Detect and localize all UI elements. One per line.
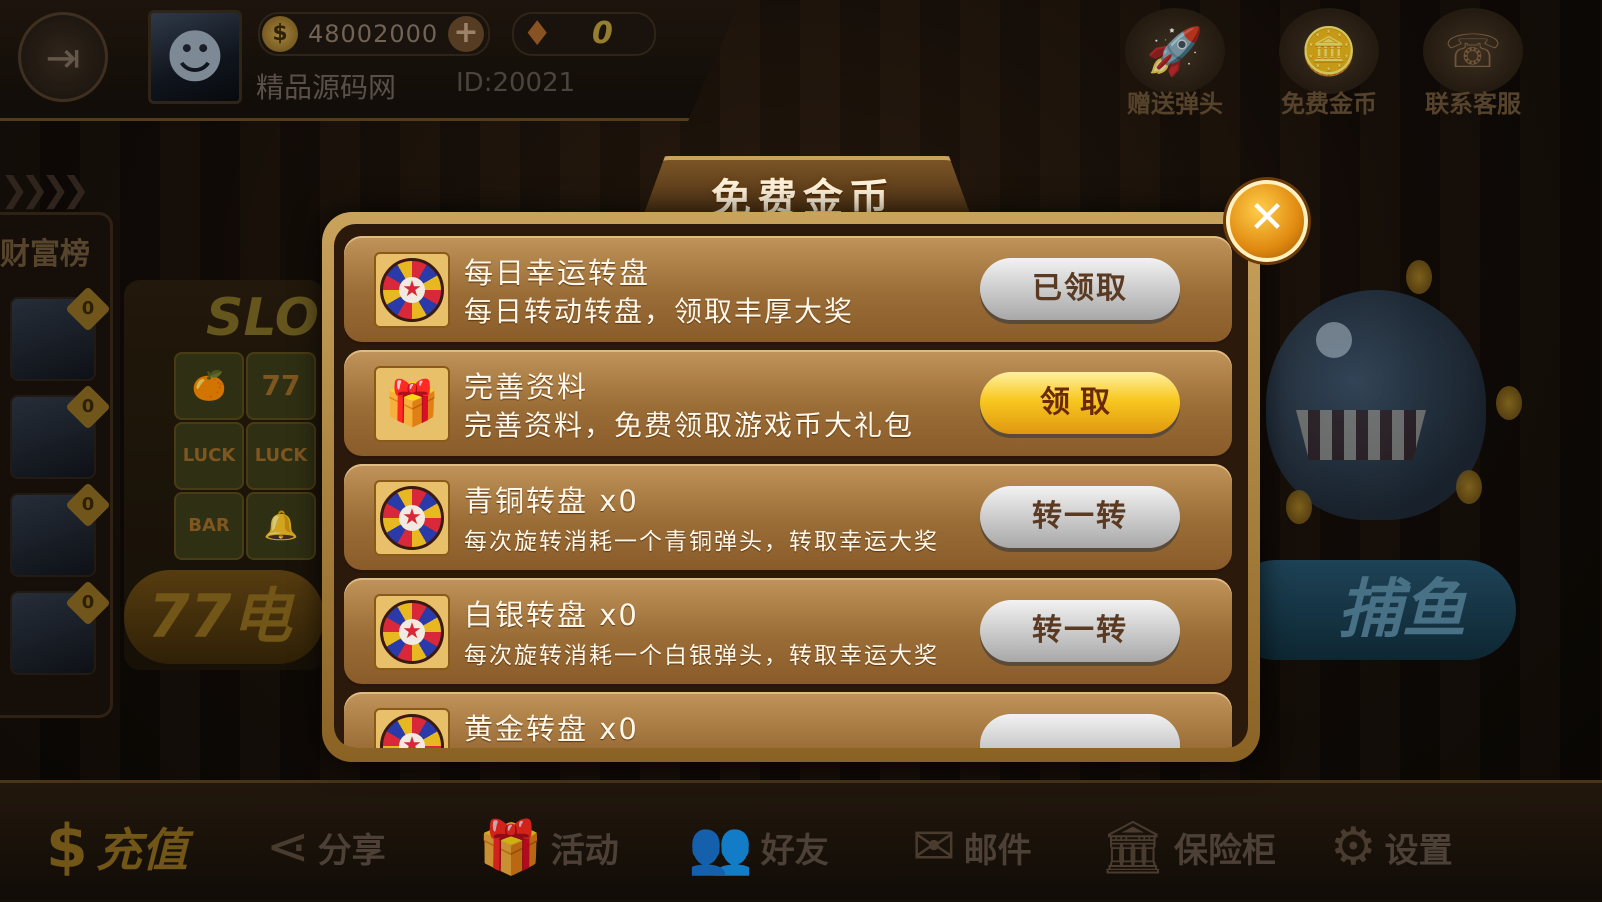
- list-item: ★ 青铜转盘 x0 每次旋转消耗一个青铜弹头，转取幸运大奖 转一转: [344, 464, 1232, 570]
- claimed-button[interactable]: 已领取: [980, 258, 1180, 320]
- item-desc: 每次旋转消耗一个青铜弹头，转取幸运大奖: [464, 529, 939, 555]
- item-desc: 每次旋转消耗一个白银弹头，转取幸运大奖: [464, 643, 939, 669]
- free-coins-dialog: ★ 每日幸运转盘 每日转动转盘，领取丰厚大奖 已领取 🎁 完善资料 完善资料，免…: [322, 212, 1260, 762]
- close-icon: ✕: [1248, 192, 1286, 243]
- list-item: ★ 黄金转盘 x0: [344, 692, 1232, 748]
- spin-button[interactable]: 转一转: [980, 486, 1180, 548]
- item-title: 每日幸运转盘: [464, 256, 651, 290]
- wheel-icon: ★: [374, 708, 450, 748]
- wheel-icon: ★: [374, 594, 450, 670]
- wheel-icon: ★: [374, 252, 450, 328]
- dialog-list[interactable]: ★ 每日幸运转盘 每日转动转盘，领取丰厚大奖 已领取 🎁 完善资料 完善资料，免…: [334, 224, 1248, 748]
- close-button[interactable]: ✕: [1226, 180, 1308, 262]
- item-desc: 每日转动转盘，领取丰厚大奖: [464, 295, 855, 328]
- item-desc: 完善资料，免费领取游戏币大礼包: [464, 409, 915, 442]
- item-title: 青铜转盘 x0: [464, 484, 639, 518]
- wheel-icon: ★: [374, 480, 450, 556]
- list-item: 🎁 完善资料 完善资料，免费领取游戏币大礼包 领取: [344, 350, 1232, 456]
- item-title: 白银转盘 x0: [464, 598, 639, 632]
- spin-button[interactable]: [980, 714, 1180, 748]
- item-title: 黄金转盘 x0: [464, 712, 639, 746]
- claim-button[interactable]: 领取: [980, 372, 1180, 434]
- gift-box-icon: 🎁: [374, 366, 450, 442]
- list-item: ★ 每日幸运转盘 每日转动转盘，领取丰厚大奖 已领取: [344, 236, 1232, 342]
- spin-button[interactable]: 转一转: [980, 600, 1180, 662]
- item-title: 完善资料: [464, 370, 589, 404]
- list-item: ★ 白银转盘 x0 每次旋转消耗一个白银弹头，转取幸运大奖 转一转: [344, 578, 1232, 684]
